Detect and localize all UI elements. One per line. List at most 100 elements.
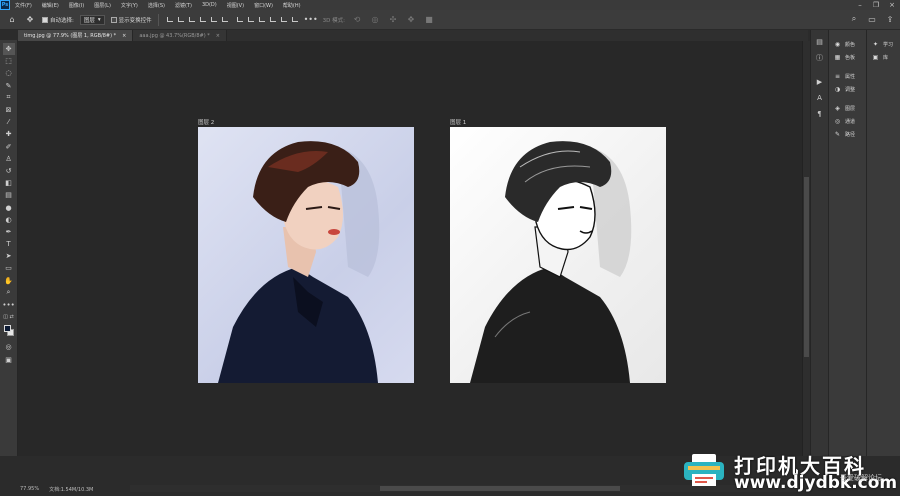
paragraph-panel-icon[interactable]: ¶ — [814, 108, 826, 120]
panel-label: 通道 — [845, 119, 856, 125]
more-options-icon[interactable]: ••• — [304, 14, 318, 26]
align-left-icon[interactable] — [167, 16, 174, 23]
scrollbar-thumb[interactable] — [380, 486, 620, 491]
character-panel-icon[interactable]: A — [814, 92, 826, 104]
status-bar: 77.95% 文档:1.54M/10.3M — [18, 484, 130, 494]
quick-mask-icon[interactable]: ◎ — [3, 341, 15, 353]
menu-file[interactable]: 文件(F) — [10, 2, 37, 9]
color-swatches[interactable] — [3, 325, 15, 337]
panel-adjustments[interactable]: ◑ 调整 — [829, 83, 866, 96]
history-panel-icon[interactable]: ▤ — [814, 36, 826, 48]
menu-image[interactable]: 图像(I) — [64, 2, 89, 9]
healing-brush-tool-icon[interactable]: ✚ — [3, 128, 15, 140]
restore-icon[interactable]: ❐ — [868, 0, 884, 10]
rectangle-tool-icon[interactable]: ▭ — [3, 262, 15, 274]
crop-tool-icon[interactable]: ⌗ — [3, 92, 15, 104]
3d-pan-icon[interactable]: ✣ — [387, 14, 399, 26]
distribute-center-icon[interactable] — [281, 16, 288, 23]
close-icon[interactable]: × — [122, 33, 126, 39]
menu-help[interactable]: 帮助(H) — [278, 2, 306, 9]
panel-color[interactable]: ◉ 颜色 — [829, 38, 866, 51]
3d-orbit-icon[interactable]: ⟲ — [351, 14, 363, 26]
3d-roll-icon[interactable]: ◎ — [369, 14, 381, 26]
menu-3d[interactable]: 3D(D) — [197, 2, 222, 8]
distribute-bottom-icon[interactable] — [259, 16, 266, 23]
panel-swatches[interactable]: ▦ 色板 — [829, 51, 866, 64]
panel-layers[interactable]: ◈ 图层 — [829, 102, 866, 115]
show-transform-checkbox[interactable]: 显示变换控件 — [110, 16, 152, 24]
brush-tool-icon[interactable]: ✐ — [3, 141, 15, 153]
zoom-tool-icon[interactable]: ⌕ — [3, 287, 15, 299]
close-icon[interactable]: × — [884, 0, 900, 10]
history-brush-tool-icon[interactable]: ↺ — [3, 165, 15, 177]
align-top-icon[interactable] — [200, 16, 207, 23]
auto-select-dropdown[interactable]: 图层 ▾ — [79, 14, 105, 25]
pen-tool-icon[interactable]: ✒ — [3, 226, 15, 238]
distribute-middle-icon[interactable] — [248, 16, 255, 23]
align-bottom-icon[interactable] — [222, 16, 229, 23]
gradient-tool-icon[interactable]: ▤ — [3, 189, 15, 201]
distribute-buttons — [237, 16, 299, 23]
menu-view[interactable]: 视图(V) — [222, 2, 249, 9]
more-tools-icon[interactable]: ••• — [2, 299, 14, 311]
foreground-color-swatch[interactable] — [3, 325, 11, 333]
scrollbar-thumb[interactable] — [804, 177, 809, 357]
distribute-top-icon[interactable] — [237, 16, 244, 23]
marquee-tool-icon[interactable]: ⬚ — [3, 55, 15, 67]
align-middle-icon[interactable] — [211, 16, 218, 23]
menu-type[interactable]: 文字(Y) — [116, 2, 143, 9]
panel-properties[interactable]: ≡ 属性 — [829, 70, 866, 83]
align-center-icon[interactable] — [178, 16, 185, 23]
hand-tool-icon[interactable]: ✋ — [3, 275, 15, 287]
frame-tool-icon[interactable]: ⊠ — [3, 104, 15, 116]
default-colors-icon[interactable]: ◫ ⇄ — [3, 311, 15, 323]
share-icon[interactable]: ⇪ — [884, 13, 896, 25]
tab-timg[interactable]: timg.jpg @ 77.9% (图层 1, RGB/8#) * × — [18, 30, 134, 41]
home-icon[interactable]: ⌂ — [6, 14, 18, 26]
canvas-area[interactable]: 图层 2 图层 1 — [18, 41, 802, 456]
distribute-right-icon[interactable] — [292, 16, 299, 23]
menu-window[interactable]: 窗口(W) — [249, 2, 278, 9]
checkbox-icon — [42, 16, 48, 23]
lasso-tool-icon[interactable]: ◌ — [3, 67, 15, 79]
menu-layer[interactable]: 图层(L) — [89, 2, 116, 9]
tab-aaa[interactable]: aaa.jpg @ 43.7%(RGB/8#) * × — [133, 30, 227, 41]
3d-scale-icon[interactable]: ■ — [423, 14, 435, 26]
minimize-icon[interactable]: – — [852, 0, 868, 10]
adjustments-panel-icon: ◑ — [834, 86, 841, 93]
3d-slide-icon[interactable]: ✥ — [405, 14, 417, 26]
info-panel-icon[interactable]: ⓘ — [814, 52, 826, 64]
zoom-level[interactable]: 77.95% — [20, 486, 39, 492]
auto-select-checkbox[interactable]: 自动选择: — [42, 16, 74, 24]
menu-edit[interactable]: 编辑(E) — [37, 2, 64, 9]
panel-channels[interactable]: ◎ 通道 — [829, 115, 866, 128]
move-tool-preset-icon[interactable]: ✥ — [24, 14, 36, 26]
clone-stamp-tool-icon[interactable]: ♙ — [3, 153, 15, 165]
align-right-icon[interactable] — [189, 16, 196, 23]
dodge-tool-icon[interactable]: ◐ — [3, 214, 15, 226]
panel-label: 图层 — [845, 106, 856, 112]
color-photo-layer[interactable] — [198, 127, 414, 383]
blur-tool-icon[interactable]: ● — [3, 201, 15, 213]
distribute-left-icon[interactable] — [270, 16, 277, 23]
quick-select-tool-icon[interactable]: ✎ — [3, 80, 15, 92]
menu-filter[interactable]: 滤镜(T) — [170, 2, 197, 9]
type-tool-icon[interactable]: T — [3, 238, 15, 250]
eraser-tool-icon[interactable]: ◧ — [3, 177, 15, 189]
portrait-sketch-image — [470, 141, 632, 383]
panel-paths[interactable]: ✎ 路径 — [829, 128, 866, 141]
vertical-scrollbar[interactable] — [802, 41, 810, 456]
workspace-icon[interactable]: ▭ — [866, 13, 878, 25]
path-selection-tool-icon[interactable]: ➤ — [3, 250, 15, 262]
panel-learn[interactable]: ✦ 学习 — [867, 38, 900, 51]
search-icon[interactable]: ⌕ — [848, 13, 860, 25]
menu-select[interactable]: 选择(S) — [143, 2, 170, 9]
panel-libraries[interactable]: ▣ 库 — [867, 51, 900, 64]
sketch-photo-layer[interactable] — [450, 127, 666, 383]
eyedropper-tool-icon[interactable]: ⁄ — [3, 116, 15, 128]
panel-label: 学习 — [883, 42, 894, 48]
move-tool-icon[interactable]: ✥ — [2, 43, 15, 56]
screen-mode-icon[interactable]: ▣ — [3, 354, 15, 366]
close-icon[interactable]: × — [216, 33, 220, 39]
actions-panel-icon[interactable]: ▶ — [814, 76, 826, 88]
